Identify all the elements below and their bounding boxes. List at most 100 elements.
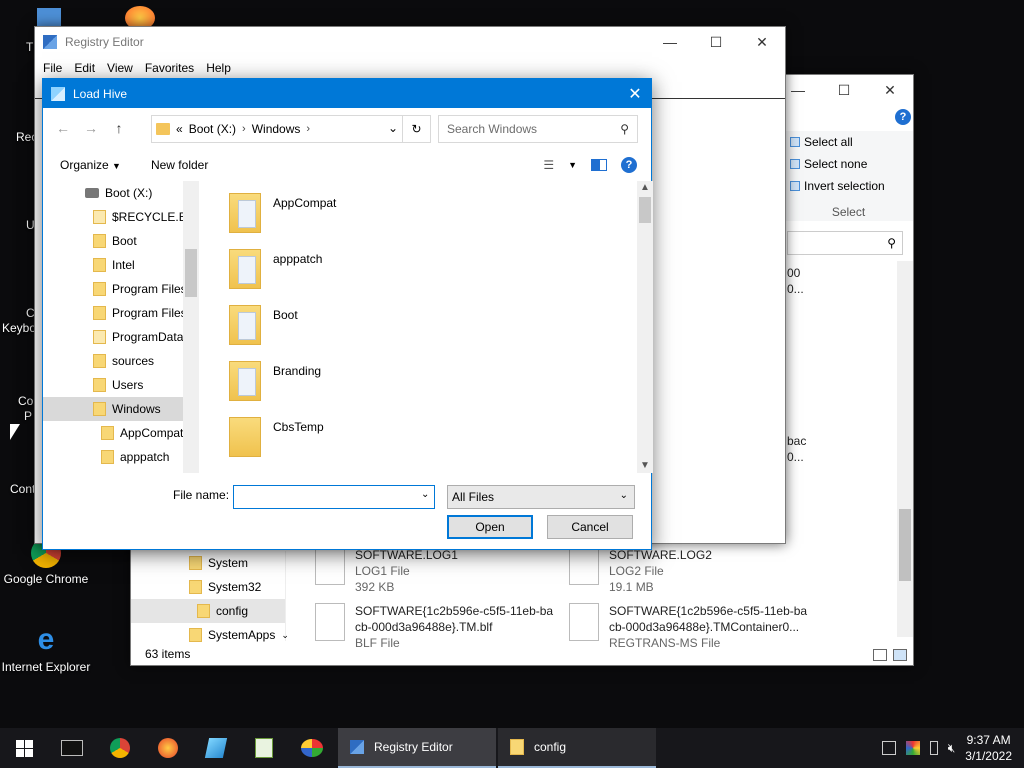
preview-pane-icon[interactable] bbox=[591, 159, 607, 171]
nav-item-windows[interactable]: Windows bbox=[43, 397, 198, 421]
scrollbar-thumb[interactable] bbox=[639, 197, 651, 223]
forward-button[interactable]: → bbox=[77, 120, 105, 136]
nav-item-boot-drive[interactable]: Boot (X:) bbox=[43, 181, 198, 205]
nav-item-recycle-bin[interactable]: $RECYCLE.BIN bbox=[43, 205, 198, 229]
folder-item-boot[interactable]: Boot bbox=[229, 305, 298, 345]
content-scrollbar[interactable]: ▲ ▼ bbox=[637, 181, 653, 473]
nav-item-program-files-x86[interactable]: Program Files (x86) bbox=[43, 301, 198, 325]
address-bar[interactable]: « Boot (X:) › Windows › ⌄ ↻ bbox=[151, 115, 431, 143]
start-button[interactable] bbox=[0, 728, 48, 768]
menu-bar: File Edit View Favorites Help bbox=[35, 57, 785, 79]
close-button[interactable]: ✕ bbox=[739, 27, 785, 57]
breadcrumb-windows[interactable]: Windows bbox=[252, 122, 301, 136]
details-view-icon[interactable] bbox=[873, 649, 887, 661]
nav-item-boot[interactable]: Boot bbox=[43, 229, 198, 253]
folder-icon bbox=[93, 306, 106, 320]
tree-item-system32[interactable]: System32 bbox=[131, 575, 285, 599]
chevron-right-icon: › bbox=[242, 123, 246, 135]
tree-item-config[interactable]: config bbox=[131, 599, 285, 623]
taskbar-firefox[interactable] bbox=[144, 728, 192, 768]
clock[interactable]: 9:37 AM 3/1/2022 bbox=[965, 732, 1012, 764]
mouse-cursor-icon bbox=[10, 424, 20, 440]
refresh-icon[interactable]: ↻ bbox=[402, 116, 430, 142]
desktop-fragment: Co bbox=[18, 394, 34, 408]
tree-item-label: config bbox=[216, 604, 249, 618]
volume-muted-icon[interactable]: 🔇︎ bbox=[948, 741, 956, 756]
desktop-icon-internet-explorer[interactable]: e Internet Explorer bbox=[0, 624, 92, 675]
nav-item-appcompat[interactable]: AppCompat bbox=[43, 421, 198, 445]
maximize-button[interactable]: ☐ bbox=[693, 27, 739, 57]
folder-item-appcompat[interactable]: AppCompat bbox=[229, 193, 336, 233]
taskbar-chrome[interactable] bbox=[96, 728, 144, 768]
taskbar-app-6[interactable] bbox=[288, 728, 336, 768]
minimize-button[interactable]: — bbox=[647, 27, 693, 57]
explorer-scrollbar[interactable] bbox=[897, 261, 913, 637]
up-button[interactable]: ↑ bbox=[105, 120, 133, 136]
scroll-down-icon[interactable]: ▼ bbox=[637, 459, 653, 473]
breadcrumb-boot-drive[interactable]: Boot (X:) bbox=[189, 122, 236, 136]
back-button[interactable]: ← bbox=[49, 120, 77, 136]
tree-item-systemapps[interactable]: SystemApps ⌄ bbox=[131, 623, 289, 647]
file-name-input[interactable] bbox=[233, 485, 435, 509]
open-button[interactable]: Open bbox=[447, 515, 533, 539]
scrollbar-thumb[interactable] bbox=[185, 249, 197, 297]
chevron-down-icon[interactable]: ⌄ bbox=[388, 121, 398, 135]
command-prompt-icon bbox=[61, 740, 83, 756]
folder-item-apppatch[interactable]: apppatch bbox=[229, 249, 322, 289]
taskbar-task-registry-editor[interactable]: Registry Editor bbox=[338, 728, 496, 768]
select-none-button[interactable]: Select none bbox=[784, 153, 913, 175]
taskbar-task-config[interactable]: config bbox=[498, 728, 656, 768]
invert-selection-button[interactable]: Invert selection bbox=[784, 175, 913, 197]
nav-item-label: Program Files bbox=[112, 282, 187, 296]
taskbar-app-4[interactable] bbox=[192, 728, 240, 768]
file-name-fragment: 0... bbox=[787, 450, 804, 464]
taskbar-app-5[interactable] bbox=[240, 728, 288, 768]
menu-favorites[interactable]: Favorites bbox=[139, 61, 200, 75]
usb-icon[interactable] bbox=[929, 741, 938, 755]
explorer-search-input[interactable]: ⚲ bbox=[787, 231, 903, 255]
tree-item-system[interactable]: System bbox=[131, 551, 285, 575]
nav-pane-scrollbar[interactable] bbox=[183, 181, 199, 473]
menu-edit[interactable]: Edit bbox=[68, 61, 101, 75]
cancel-button[interactable]: Cancel bbox=[547, 515, 633, 539]
file-name-cont: cb-000d3a96488e}.TM.blf bbox=[355, 620, 493, 634]
folder-item-cbstemp[interactable]: CbsTemp bbox=[229, 417, 324, 457]
file-item[interactable]: SOFTWARE{1c2b596e-c5f5-11eb-ba cb-000d3a9… bbox=[315, 603, 553, 651]
folder-label: AppCompat bbox=[273, 196, 337, 210]
network-icon[interactable] bbox=[881, 741, 896, 755]
select-all-button[interactable]: Select all bbox=[784, 131, 913, 153]
nav-item-apppatch[interactable]: apppatch bbox=[43, 445, 198, 469]
menu-help[interactable]: Help bbox=[200, 61, 237, 75]
file-item[interactable]: SOFTWARE{1c2b596e-c5f5-11eb-ba cb-000d3a9… bbox=[569, 603, 807, 651]
paint-app-icon bbox=[301, 739, 323, 757]
close-button[interactable]: ✕ bbox=[867, 75, 913, 105]
breadcrumb-overflow[interactable]: « bbox=[176, 122, 183, 136]
new-folder-button[interactable]: New folder bbox=[151, 158, 208, 172]
file-item[interactable]: SOFTWARE.LOG2 LOG2 File 19.1 MB bbox=[569, 547, 712, 595]
file-type-value: All Files bbox=[452, 490, 495, 504]
nav-item-programdata[interactable]: ProgramData bbox=[43, 325, 198, 349]
file-type-select[interactable]: All Files ⌄ bbox=[447, 485, 635, 509]
search-input[interactable]: Search Windows ⚲ bbox=[438, 115, 638, 143]
menu-file[interactable]: File bbox=[37, 61, 68, 75]
caret-down-icon[interactable]: ▼ bbox=[568, 160, 577, 170]
folder-item-branding[interactable]: Branding bbox=[229, 361, 321, 401]
view-options-icon[interactable]: ☰ bbox=[543, 158, 554, 172]
taskbar-cmd[interactable] bbox=[48, 728, 96, 768]
nav-item-intel[interactable]: Intel bbox=[43, 253, 198, 277]
menu-view[interactable]: View bbox=[101, 61, 139, 75]
chevron-down-icon[interactable]: ⌄ bbox=[421, 489, 429, 500]
scroll-up-icon[interactable]: ▲ bbox=[637, 181, 653, 195]
help-icon[interactable]: ? bbox=[621, 157, 637, 173]
scrollbar-thumb[interactable] bbox=[899, 509, 911, 581]
nav-item-sources[interactable]: sources bbox=[43, 349, 198, 373]
organize-button[interactable]: Organize ▼ bbox=[60, 158, 121, 172]
close-button[interactable]: ✕ bbox=[619, 84, 651, 104]
maximize-button[interactable]: ☐ bbox=[821, 75, 867, 105]
help-icon[interactable]: ? bbox=[895, 109, 911, 125]
nav-item-users[interactable]: Users bbox=[43, 373, 198, 397]
large-icons-view-icon[interactable] bbox=[893, 649, 907, 661]
nav-item-program-files[interactable]: Program Files bbox=[43, 277, 198, 301]
file-item[interactable]: SOFTWARE.LOG1 LOG1 File 392 KB bbox=[315, 547, 458, 595]
color-app-icon[interactable] bbox=[905, 741, 920, 755]
